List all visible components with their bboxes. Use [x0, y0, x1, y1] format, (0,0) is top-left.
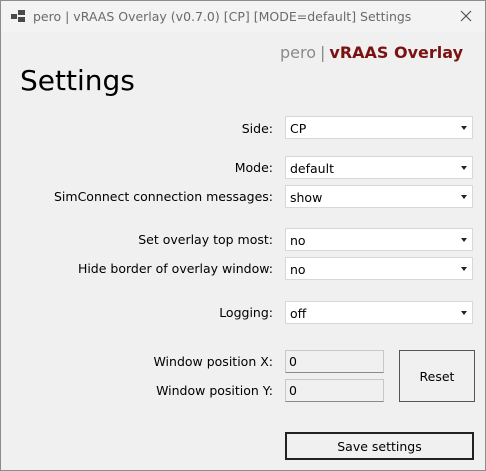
- pos-x-label: Window position X:: [153, 354, 273, 369]
- hide-border-select[interactable]: no: [285, 257, 473, 280]
- close-icon[interactable]: [453, 4, 479, 28]
- mode-value: default: [290, 161, 334, 176]
- topmost-select[interactable]: no: [285, 228, 473, 251]
- hide-border-label: Hide border of overlay window:: [77, 261, 273, 276]
- mode-label: Mode:: [234, 160, 273, 175]
- chevron-down-icon: [461, 126, 467, 130]
- brand-header: pero | vRAAS Overlay: [1, 43, 463, 62]
- chevron-down-icon: [461, 238, 467, 242]
- brand-product: vRAAS Overlay: [329, 43, 463, 62]
- simconnect-value: show: [290, 190, 323, 205]
- logging-label: Logging:: [219, 305, 273, 320]
- chevron-down-icon: [461, 195, 467, 199]
- brand-separator: |: [320, 43, 326, 62]
- mode-select[interactable]: default: [285, 156, 473, 179]
- chevron-down-icon: [461, 311, 467, 315]
- logging-select[interactable]: off: [285, 301, 473, 324]
- topmost-label: Set overlay top most:: [138, 232, 273, 247]
- pos-y-field[interactable]: [289, 381, 379, 400]
- pos-y-label: Window position Y:: [156, 383, 273, 398]
- brand-owner: pero: [279, 43, 316, 62]
- chevron-down-icon: [461, 166, 467, 170]
- pos-x-field[interactable]: [289, 352, 379, 371]
- logging-value: off: [290, 306, 307, 321]
- simconnect-label: SimConnect connection messages:: [54, 189, 273, 204]
- simconnect-select[interactable]: show: [285, 185, 473, 208]
- side-value: CP: [290, 121, 307, 136]
- app-icon: [11, 10, 25, 22]
- pos-x-field-box: [285, 350, 384, 373]
- settings-window: pero | vRAAS Overlay (v0.7.0) [CP] [MODE…: [0, 0, 486, 471]
- reset-button[interactable]: Reset: [399, 350, 475, 402]
- topmost-value: no: [290, 233, 306, 248]
- hide-border-value: no: [290, 262, 306, 277]
- page-title: Settings: [20, 64, 135, 97]
- save-settings-button[interactable]: Save settings: [285, 432, 474, 460]
- side-label: Side:: [241, 121, 273, 136]
- pos-y-field-box: [285, 379, 384, 402]
- title-bar: pero | vRAAS Overlay (v0.7.0) [CP] [MODE…: [1, 1, 485, 32]
- window-title: pero | vRAAS Overlay (v0.7.0) [CP] [MODE…: [33, 9, 412, 24]
- chevron-down-icon: [461, 267, 467, 271]
- side-select[interactable]: CP: [285, 116, 473, 139]
